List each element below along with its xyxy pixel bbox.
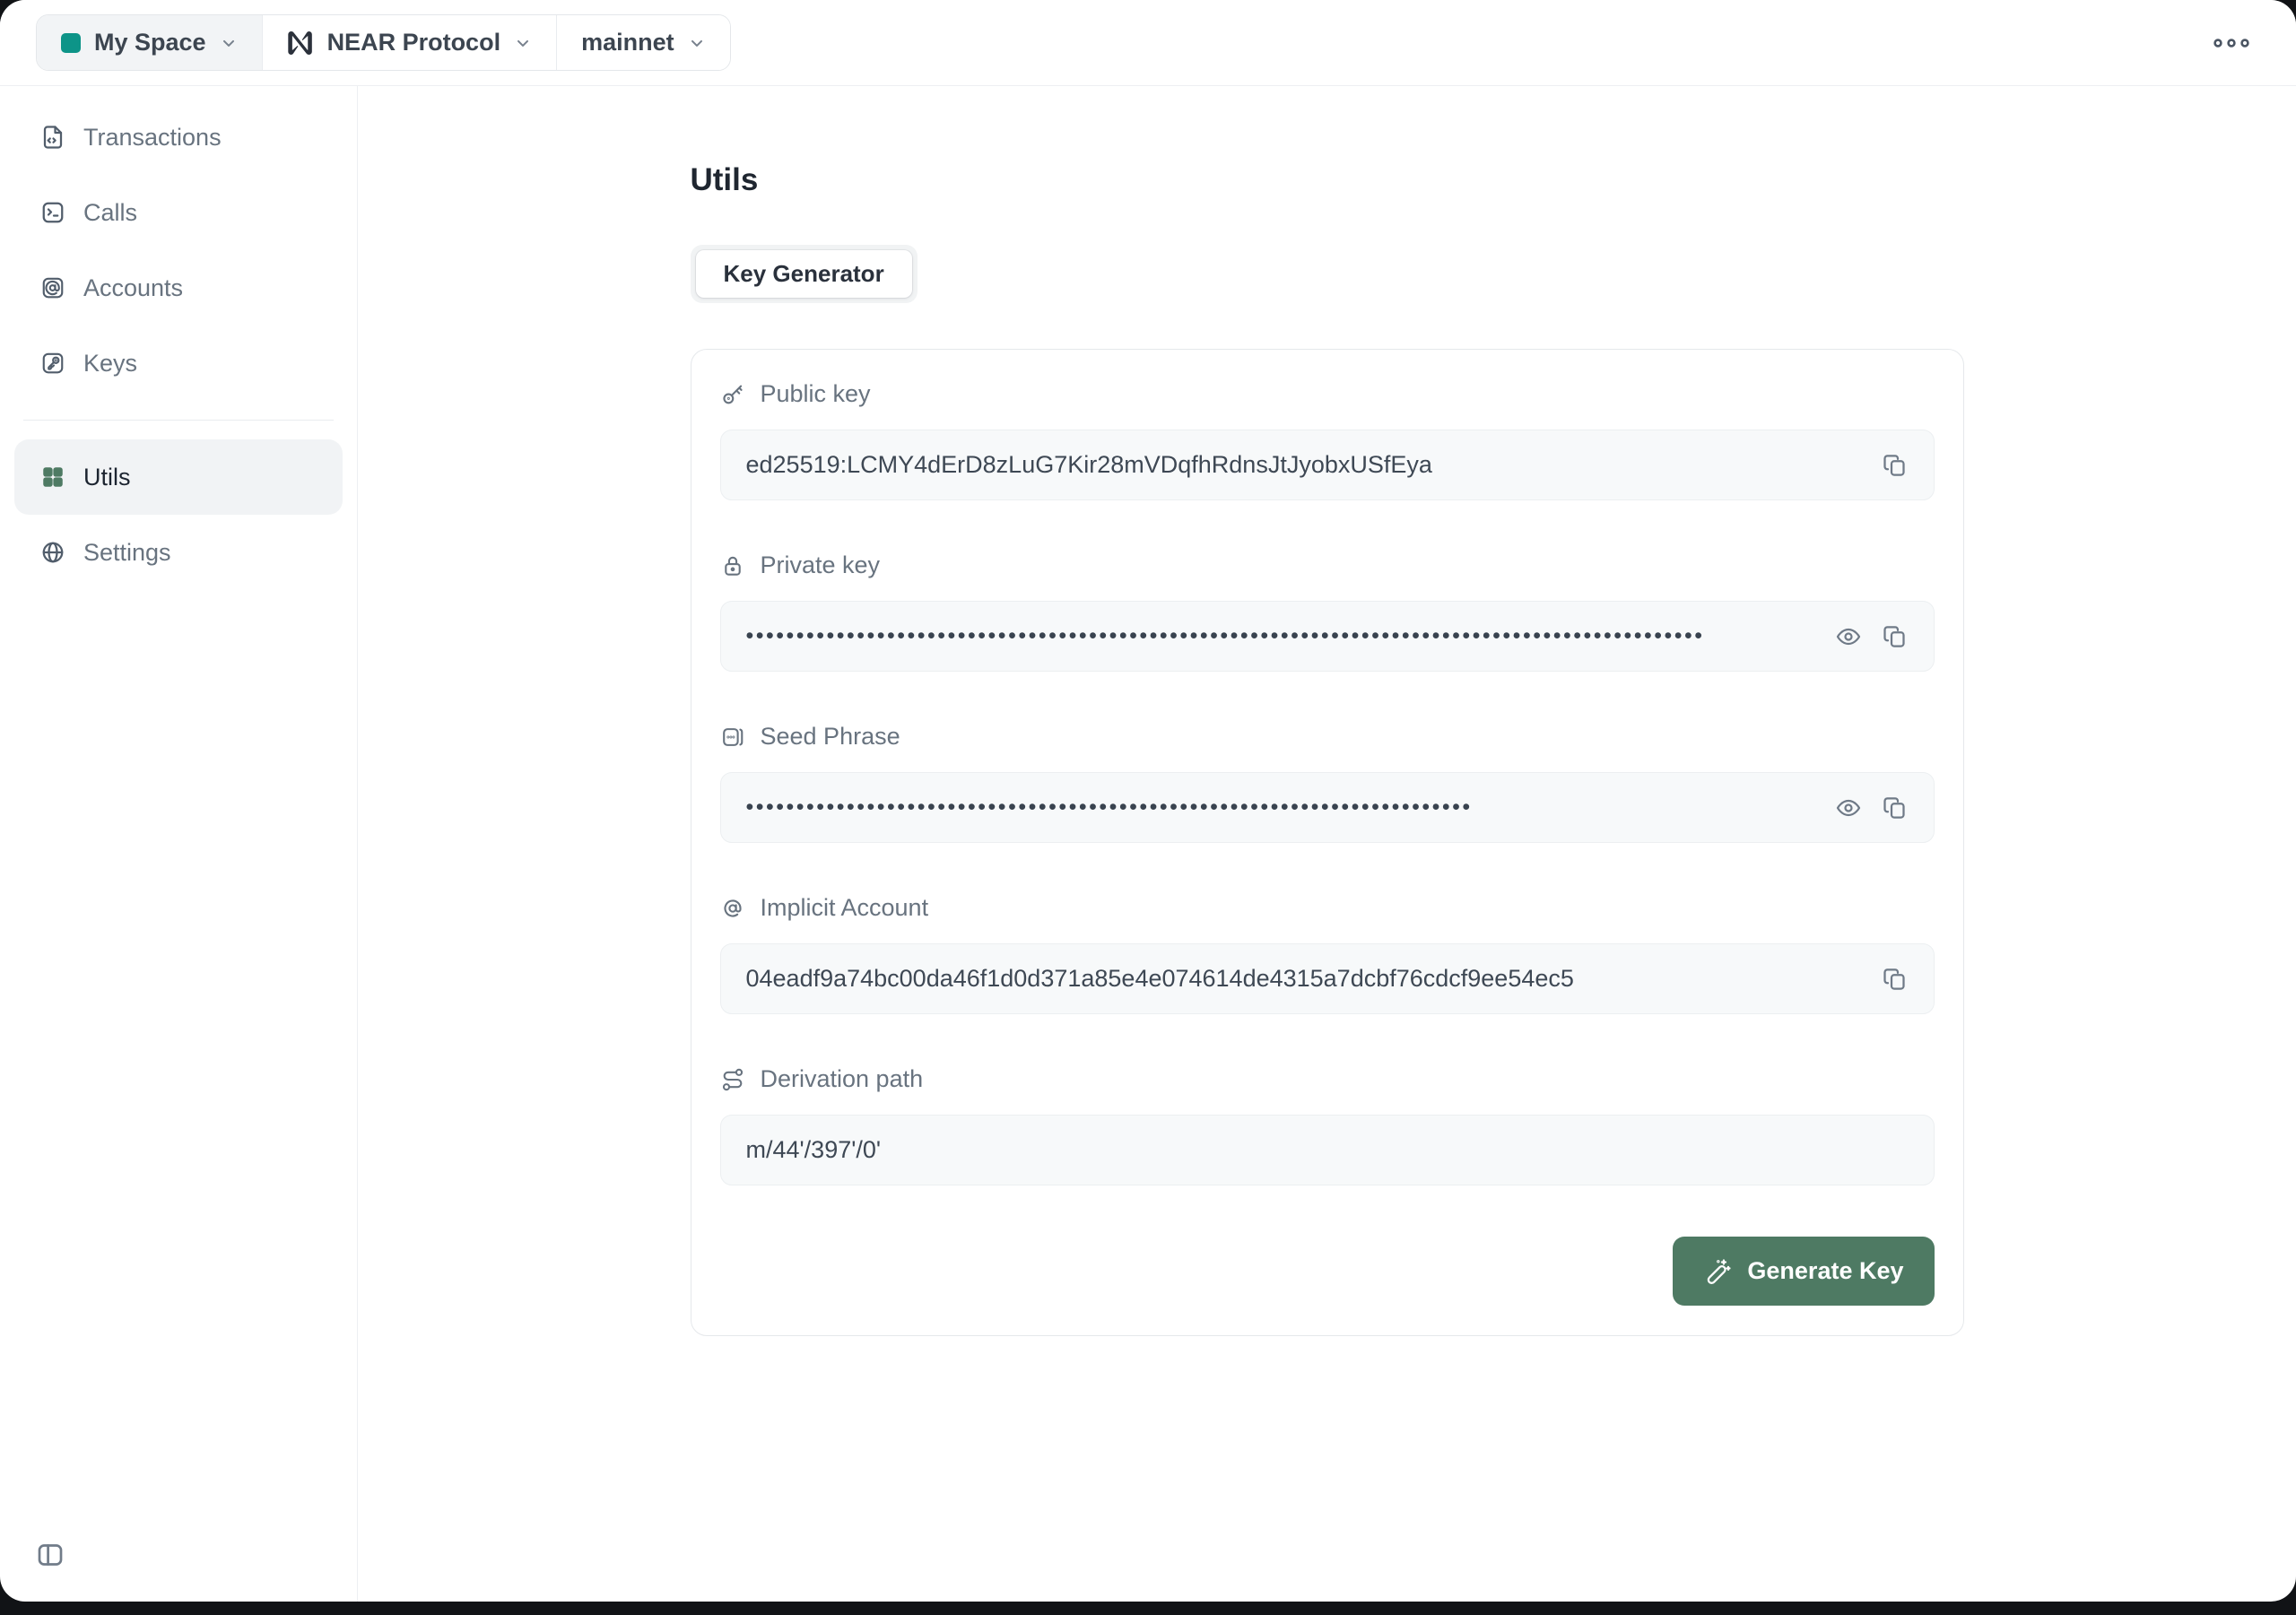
public-key-value: ed25519:LCMY4dErD8zLuG7Kir28mVDqfhRdnsJt… (746, 451, 1862, 479)
private-key-group: Private key ••••••••••••••••••••••••••••… (720, 551, 1935, 672)
sidebar-divider (23, 420, 334, 421)
grid-icon (39, 464, 66, 491)
implicit-account-label-row: Implicit Account (720, 894, 1935, 922)
chevron-down-icon (688, 34, 706, 52)
app-window: My Space NEAR Protocol mainnet Transacti… (0, 0, 2296, 1602)
sidebar-item-label: Keys (83, 350, 137, 378)
workspace-label: My Space (94, 29, 206, 56)
private-key-field: ••••••••••••••••••••••••••••••••••••••••… (720, 601, 1935, 672)
terminal-square-icon (39, 199, 66, 226)
sidebar-item-keys[interactable]: Keys (14, 326, 343, 401)
protocol-label: NEAR Protocol (327, 29, 501, 56)
route-icon (720, 1067, 745, 1092)
card-footer: Generate Key (720, 1237, 1935, 1306)
seed-phrase-field: ••••••••••••••••••••••••••••••••••••••••… (720, 772, 1935, 843)
derivation-path-group: Derivation path (720, 1065, 1935, 1185)
workspace-swatch (61, 33, 81, 53)
chevron-down-icon (514, 34, 532, 52)
derivation-path-input[interactable] (720, 1115, 1935, 1185)
copy-button[interactable] (1882, 623, 1909, 650)
eye-icon (1835, 794, 1862, 821)
public-key-label-row: Public key (720, 380, 1935, 408)
topbar: My Space NEAR Protocol mainnet (0, 0, 2296, 86)
sidebar-item-utils[interactable]: Utils (14, 439, 343, 515)
public-key-group: Public key ed25519:LCMY4dErD8zLuG7Kir28m… (720, 380, 1935, 500)
app-body: Transactions Calls Accounts Keys Utils (0, 86, 2296, 1602)
overflow-menu-button[interactable] (2208, 25, 2255, 61)
near-logo-icon (287, 30, 314, 56)
key-generator-card: Public key ed25519:LCMY4dErD8zLuG7Kir28m… (691, 349, 1964, 1336)
implicit-account-label: Implicit Account (761, 894, 929, 922)
derivation-path-label-row: Derivation path (720, 1065, 1935, 1093)
sidebar-item-transactions[interactable]: Transactions (14, 100, 343, 175)
chevron-down-icon (220, 34, 238, 52)
copy-button[interactable] (1882, 966, 1909, 993)
page-title: Utils (691, 162, 1964, 198)
at-sign-icon (720, 896, 745, 921)
sidebar: Transactions Calls Accounts Keys Utils (0, 86, 358, 1602)
key-square-icon (39, 350, 66, 377)
workspace-dropdown[interactable]: My Space (37, 15, 262, 70)
tab-list: Key Generator (691, 245, 918, 303)
generate-key-label: Generate Key (1747, 1257, 1903, 1285)
copy-icon (1882, 794, 1909, 821)
at-square-icon (39, 274, 66, 301)
utils-page: Utils Key Generator Public key ed25519:L… (691, 162, 1964, 1408)
notebook-icon (720, 725, 745, 750)
reveal-button[interactable] (1835, 794, 1862, 821)
sidebar-item-label: Transactions (83, 124, 222, 152)
derivation-path-label: Derivation path (761, 1065, 924, 1093)
seed-phrase-masked-value: ••••••••••••••••••••••••••••••••••••••••… (746, 794, 1815, 821)
globe-icon (39, 539, 66, 566)
public-key-label: Public key (761, 380, 871, 408)
ellipsis-icon (2211, 35, 2252, 51)
panel-left-icon (34, 1539, 66, 1571)
wand-sparkles-icon (1703, 1257, 1732, 1286)
public-key-field: ed25519:LCMY4dErD8zLuG7Kir28mVDqfhRdnsJt… (720, 430, 1935, 500)
copy-icon (1882, 452, 1909, 479)
implicit-account-field: 04eadf9a74bc00da46f1d0d371a85e4e074614de… (720, 943, 1935, 1014)
file-code-icon (39, 124, 66, 151)
copy-button[interactable] (1882, 794, 1909, 821)
sidebar-item-label: Calls (83, 199, 137, 227)
network-label: mainnet (581, 29, 674, 56)
generate-key-button[interactable]: Generate Key (1673, 1237, 1934, 1306)
key-icon (720, 382, 745, 407)
network-dropdown[interactable]: mainnet (556, 15, 730, 70)
sidebar-item-accounts[interactable]: Accounts (14, 250, 343, 326)
private-key-masked-value: ••••••••••••••••••••••••••••••••••••••••… (746, 623, 1815, 649)
copy-icon (1882, 623, 1909, 650)
private-key-label-row: Private key (720, 551, 1935, 579)
copy-icon (1882, 966, 1909, 993)
eye-icon (1835, 623, 1862, 650)
seed-phrase-label-row: Seed Phrase (720, 723, 1935, 751)
sidebar-item-label: Utils (83, 464, 131, 491)
private-key-label: Private key (761, 551, 881, 579)
protocol-dropdown[interactable]: NEAR Protocol (262, 15, 557, 70)
seed-phrase-group: Seed Phrase ••••••••••••••••••••••••••••… (720, 723, 1935, 843)
sidebar-item-calls[interactable]: Calls (14, 175, 343, 250)
sidebar-collapse-button[interactable] (34, 1539, 66, 1571)
lock-icon (720, 553, 745, 578)
main-area: Utils Key Generator Public key ed25519:L… (358, 86, 2296, 1602)
tab-key-generator[interactable]: Key Generator (696, 250, 912, 298)
implicit-account-group: Implicit Account 04eadf9a74bc00da46f1d0d… (720, 894, 1935, 1014)
sidebar-item-settings[interactable]: Settings (14, 515, 343, 590)
context-switcher: My Space NEAR Protocol mainnet (36, 14, 731, 71)
reveal-button[interactable] (1835, 623, 1862, 650)
copy-button[interactable] (1882, 452, 1909, 479)
seed-phrase-label: Seed Phrase (761, 723, 900, 751)
sidebar-item-label: Settings (83, 539, 171, 567)
sidebar-item-label: Accounts (83, 274, 183, 302)
implicit-account-value: 04eadf9a74bc00da46f1d0d371a85e4e074614de… (746, 965, 1862, 993)
